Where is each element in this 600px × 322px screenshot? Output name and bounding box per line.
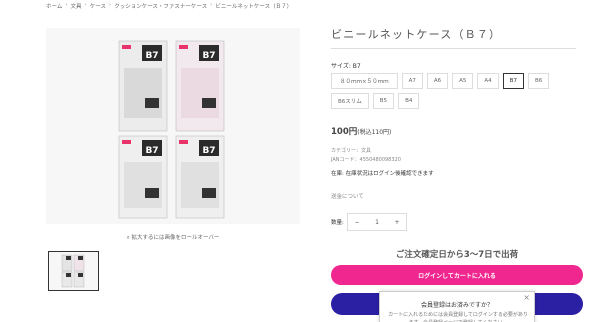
size-option-b6-slim[interactable]: B6スリム	[331, 93, 369, 109]
member-signup-popup: × 会員登録はお済みですか？ カートに入れるためには会員登録してログインする必要…	[379, 291, 535, 322]
svg-text:B7: B7	[202, 51, 215, 61]
login-add-to-cart-button[interactable]: ログインしてカートに入れる	[331, 265, 583, 285]
quantity-label: 数量:	[331, 220, 344, 226]
size-option-a7[interactable]: A7	[401, 73, 423, 89]
size-option-a5[interactable]: A5	[452, 73, 474, 89]
breadcrumb-separator: ›	[210, 2, 213, 8]
popup-body: カートに入れるためには会員登録してログインする必要があります。会員登録ページで登…	[388, 312, 528, 322]
svg-text:B7: B7	[145, 51, 158, 61]
product-title: ビニールネットケース（Ｂ７）	[331, 28, 502, 41]
quantity-stepper: − 1 +	[347, 213, 407, 231]
product-main-image[interactable]: B7 B7 B7 B7	[46, 28, 300, 224]
shipping-estimate: ご注文確定日から3〜7日で出荷	[395, 250, 519, 260]
thumbnail-image-icon	[61, 254, 85, 288]
breadcrumb-separator: ›	[109, 2, 112, 8]
size-option-a4[interactable]: A4	[477, 73, 499, 89]
shipping-info-link[interactable]: 送金について	[331, 192, 364, 200]
quantity-decrease-button[interactable]: −	[348, 219, 366, 226]
size-option-b7[interactable]: B7	[502, 73, 524, 89]
size-option-b4[interactable]: B4	[398, 93, 420, 109]
svg-text:B7: B7	[145, 146, 158, 156]
breadcrumb-separator: ›	[65, 2, 68, 8]
size-options: ８０ｍｍ×５０ｍｍ A7 A6 A5 A4 B7 B6 B6スリム B5 B4	[331, 73, 576, 109]
breadcrumb-case[interactable]: ケース	[90, 2, 106, 10]
breadcrumb-current: ビニールネットケース（Ｂ７）	[215, 4, 293, 10]
price-tax: (税込110円)	[357, 129, 392, 136]
size-option-b6[interactable]: B6	[527, 73, 550, 89]
product-jan-code: JANコード：4550480098320	[331, 157, 401, 163]
size-option-b5[interactable]: B5	[372, 93, 395, 109]
svg-text:B7: B7	[202, 146, 215, 156]
product-thumbnail[interactable]	[48, 251, 99, 291]
product-photo-icon: B7 B7 B7 B7	[118, 40, 225, 219]
breadcrumb-stationery[interactable]: 文具	[71, 2, 82, 10]
breadcrumb-cushion-case[interactable]: クッションケース・ファスナーケース	[114, 2, 207, 10]
breadcrumb-separator: ›	[84, 2, 87, 8]
stock-status: 在庫: 在庫状況はログイン後確認できます	[331, 171, 434, 177]
quantity-increase-button[interactable]: +	[388, 219, 406, 226]
zoom-hint: ⌕ 拡大するには画像をロールオーバー	[126, 235, 220, 241]
product-category: カテゴリー：文具	[331, 148, 372, 154]
popup-title: 会員登録はお済みですか？	[420, 302, 493, 309]
product-price: 100円(税込110円)	[331, 125, 391, 137]
size-option-80x50[interactable]: ８０ｍｍ×５０ｍｍ	[331, 73, 398, 89]
size-label: サイズ: B7	[331, 63, 361, 70]
size-option-a6[interactable]: A6	[426, 73, 449, 89]
price-value: 100円	[331, 127, 358, 137]
title-divider	[331, 48, 576, 49]
breadcrumb: ホーム › 文具 › ケース › クッションケース・ファスナーケース › ビニールネット…	[46, 2, 292, 10]
breadcrumb-home[interactable]: ホーム	[46, 2, 62, 10]
quantity-input[interactable]: 1	[366, 219, 388, 226]
